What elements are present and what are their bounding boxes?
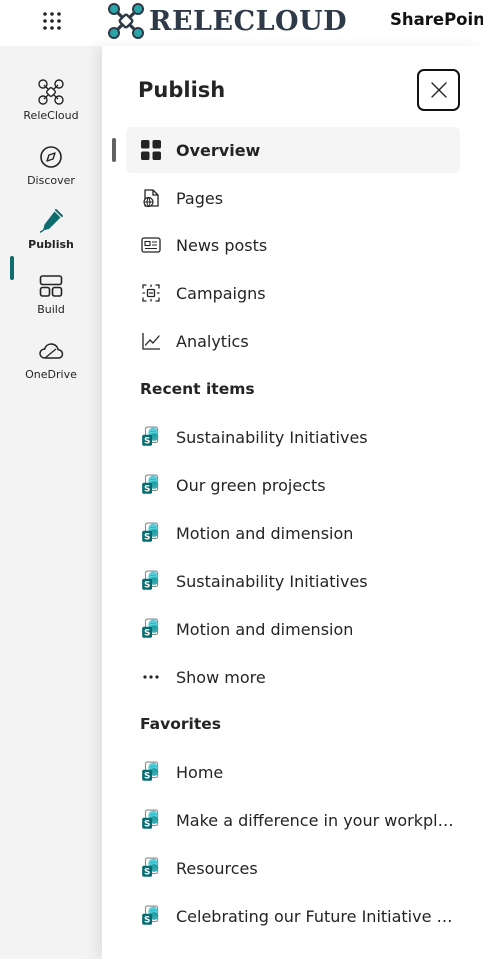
rail-item-publish[interactable]: Publish	[3, 207, 99, 265]
sharepoint-site-icon	[139, 856, 163, 880]
campaign-icon	[139, 281, 163, 305]
favorite-item[interactable]: Celebrating our Future Initiative pro...	[126, 893, 460, 939]
favorite-item[interactable]: Make a difference in your workplace	[126, 797, 460, 843]
nav-item-news-posts[interactable]: News posts	[126, 222, 460, 268]
pen-icon	[39, 209, 63, 233]
close-icon	[430, 82, 447, 98]
sharepoint-site-icon	[139, 904, 163, 928]
rail-label: Build	[37, 303, 65, 316]
top-bar: RELECLOUD SharePoint	[0, 0, 483, 46]
rail-label: Publish	[28, 238, 74, 251]
left-rail: ReleCloud Discover Publish Build OneDriv…	[0, 46, 102, 959]
recent-item[interactable]: Sustainability Initiatives	[126, 558, 460, 604]
recent-item-label: Motion and dimension	[176, 523, 354, 543]
recent-item-label: Motion and dimension	[176, 619, 354, 639]
rail-item-build[interactable]: Build	[3, 272, 99, 330]
show-more-label: Show more	[176, 667, 266, 687]
nav-label: Overview	[176, 140, 261, 160]
favorite-item-label: Celebrating our Future Initiative pro...	[176, 906, 458, 926]
sharepoint-site-icon	[139, 425, 163, 449]
nav-label: Campaigns	[176, 283, 266, 303]
sharepoint-site-icon	[139, 808, 163, 832]
favorites-heading: Favorites	[140, 715, 221, 733]
nav-label: Pages	[176, 188, 224, 208]
app-name[interactable]: SharePoint	[390, 10, 483, 29]
brand-name: RELECLOUD	[149, 5, 348, 37]
app-launcher-icon[interactable]	[40, 9, 64, 33]
recent-item[interactable]: Motion and dimension	[126, 510, 460, 556]
recent-item[interactable]: Sustainability Initiatives	[126, 414, 460, 460]
sharepoint-site-icon	[139, 521, 163, 545]
recent-item[interactable]: Our green projects	[126, 462, 460, 508]
sharepoint-site-icon	[139, 473, 163, 497]
recent-item[interactable]: Motion and dimension	[126, 606, 460, 652]
relecloud-icon	[38, 79, 64, 105]
grid-icon	[139, 138, 163, 162]
rail-label: OneDrive	[25, 368, 77, 381]
favorite-item-label: Home	[176, 762, 224, 782]
nav-item-pages[interactable]: Pages	[126, 175, 460, 221]
rail-label: ReleCloud	[23, 109, 79, 122]
rail-item-relecloud[interactable]: ReleCloud	[3, 78, 99, 136]
recent-item-label: Our green projects	[176, 475, 326, 495]
favorite-item[interactable]: Home	[126, 749, 460, 795]
show-more-button[interactable]: Show more	[126, 654, 460, 700]
chart-line-icon	[139, 329, 163, 353]
compass-icon	[40, 146, 62, 168]
publish-panel: Publish Overview Pages News posts Campai…	[102, 46, 483, 959]
favorite-item-label: Make a difference in your workplace	[176, 810, 458, 830]
rail-label: Discover	[27, 174, 75, 187]
relecloud-logo-icon	[108, 3, 144, 39]
recent-items-heading: Recent items	[140, 380, 255, 398]
selection-indicator	[112, 138, 116, 162]
favorite-item[interactable]: Resources	[126, 845, 460, 891]
nav-item-analytics[interactable]: Analytics	[126, 318, 460, 364]
panel-title: Publish	[138, 78, 226, 102]
recent-item-label: Sustainability Initiatives	[176, 571, 368, 591]
cloud-icon	[39, 343, 64, 359]
rail-item-onedrive[interactable]: OneDrive	[3, 337, 99, 395]
sharepoint-site-icon	[139, 617, 163, 641]
nav-label: News posts	[176, 235, 268, 255]
nav-item-campaigns[interactable]: Campaigns	[126, 270, 460, 316]
sharepoint-site-icon	[139, 760, 163, 784]
brand[interactable]: RELECLOUD	[108, 2, 347, 40]
favorite-item-label: Resources	[176, 858, 258, 878]
recent-item-label: Sustainability Initiatives	[176, 427, 368, 447]
rail-item-discover[interactable]: Discover	[3, 143, 99, 201]
nav-label: Analytics	[176, 331, 249, 351]
more-horizontal-icon	[139, 665, 163, 689]
news-icon	[139, 233, 163, 257]
nav-item-overview[interactable]: Overview	[126, 127, 460, 173]
layout-icon	[39, 275, 63, 297]
close-button[interactable]	[417, 69, 460, 111]
page-globe-icon	[139, 186, 163, 210]
sharepoint-site-icon	[139, 569, 163, 593]
